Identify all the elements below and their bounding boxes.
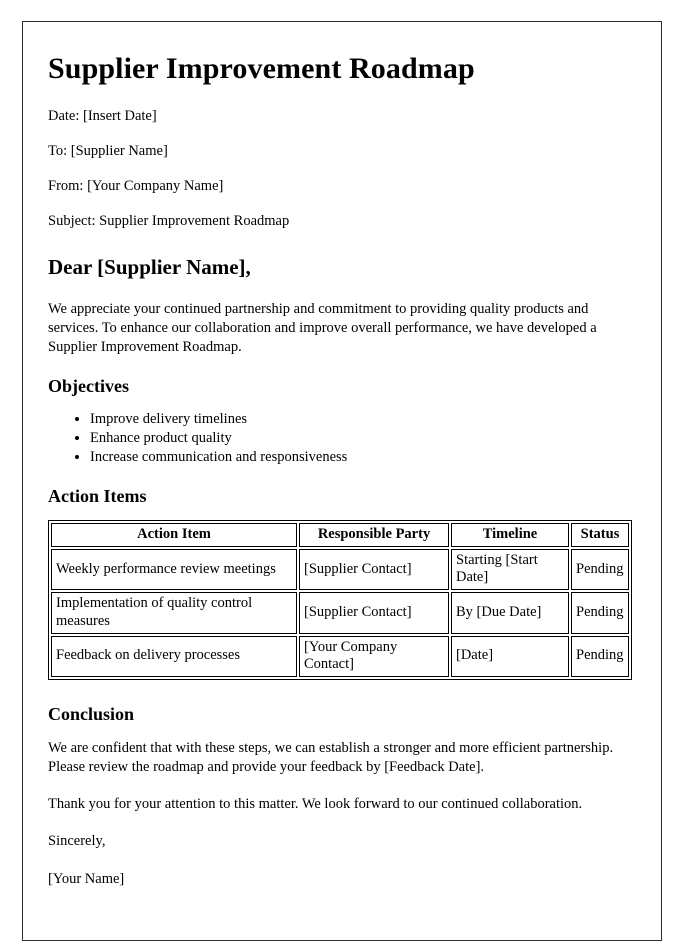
list-item: Increase communication and responsivenes…: [90, 448, 635, 467]
conclusion-heading: Conclusion: [48, 703, 135, 724]
cell-responsible-party: [Supplier Contact]: [299, 548, 449, 591]
cell-action-item: Weekly performance review meetings: [51, 548, 297, 591]
sign-off: Sincerely,: [48, 833, 106, 850]
page-title: Supplier Improvement Roadmap: [48, 52, 475, 85]
cell-action-item: Feedback on delivery processes: [51, 635, 297, 677]
conclusion-paragraph-2: Thank you for your attention to this mat…: [48, 796, 583, 813]
meta-line-subject: Subject: Supplier Improvement Roadmap: [48, 213, 290, 230]
action-items-heading: Action Items: [48, 485, 147, 506]
signature-name: [Your Name]: [48, 870, 125, 887]
objectives-heading: Objectives: [48, 375, 129, 396]
column-header-action-item: Action Item: [51, 523, 297, 547]
cell-status: Pending: [571, 635, 629, 677]
column-header-responsible-party: Responsible Party: [299, 523, 449, 547]
list-item: Enhance product quality: [90, 429, 635, 448]
cell-status: Pending: [571, 592, 629, 634]
table-row: Weekly performance review meetings [Supp…: [51, 548, 629, 591]
cell-responsible-party: [Your Company Contact]: [299, 635, 449, 677]
table-row: Feedback on delivery processes [Your Com…: [51, 635, 629, 677]
conclusion-section: Conclusion We are confident that with th…: [48, 704, 635, 814]
action-items-table: Action Item Responsible Party Timeline S…: [48, 520, 632, 680]
meta-line-to: To: [Supplier Name]: [48, 143, 168, 160]
cell-timeline: By [Due Date]: [451, 592, 569, 634]
meta-line-from: From: [Your Company Name]: [48, 178, 224, 195]
table-row: Implementation of quality control measur…: [51, 592, 629, 634]
salutation: Dear [Supplier Name],: [48, 254, 251, 279]
conclusion-paragraph-1: We are confident that with these steps, …: [48, 739, 614, 775]
column-header-timeline: Timeline: [451, 523, 569, 547]
objectives-list: Improve delivery timelines Enhance produ…: [48, 410, 635, 467]
meta-line-date: Date: [Insert Date]: [48, 108, 157, 124]
cell-action-item: Implementation of quality control measur…: [51, 592, 297, 634]
cell-responsible-party: [Supplier Contact]: [299, 592, 449, 634]
cell-timeline: [Date]: [451, 635, 569, 677]
list-item: Improve delivery timelines: [90, 410, 635, 429]
cell-status: Pending: [571, 548, 629, 591]
table-header-row: Action Item Responsible Party Timeline S…: [51, 523, 629, 547]
cell-timeline: Starting [Start Date]: [451, 548, 569, 591]
document-page: Supplier Improvement Roadmap Date: [Inse…: [22, 21, 662, 941]
column-header-status: Status: [571, 523, 629, 547]
intro-paragraph: We appreciate your continued partnership…: [48, 300, 597, 356]
document-body: Supplier Improvement Roadmap Date: [Inse…: [23, 22, 661, 889]
